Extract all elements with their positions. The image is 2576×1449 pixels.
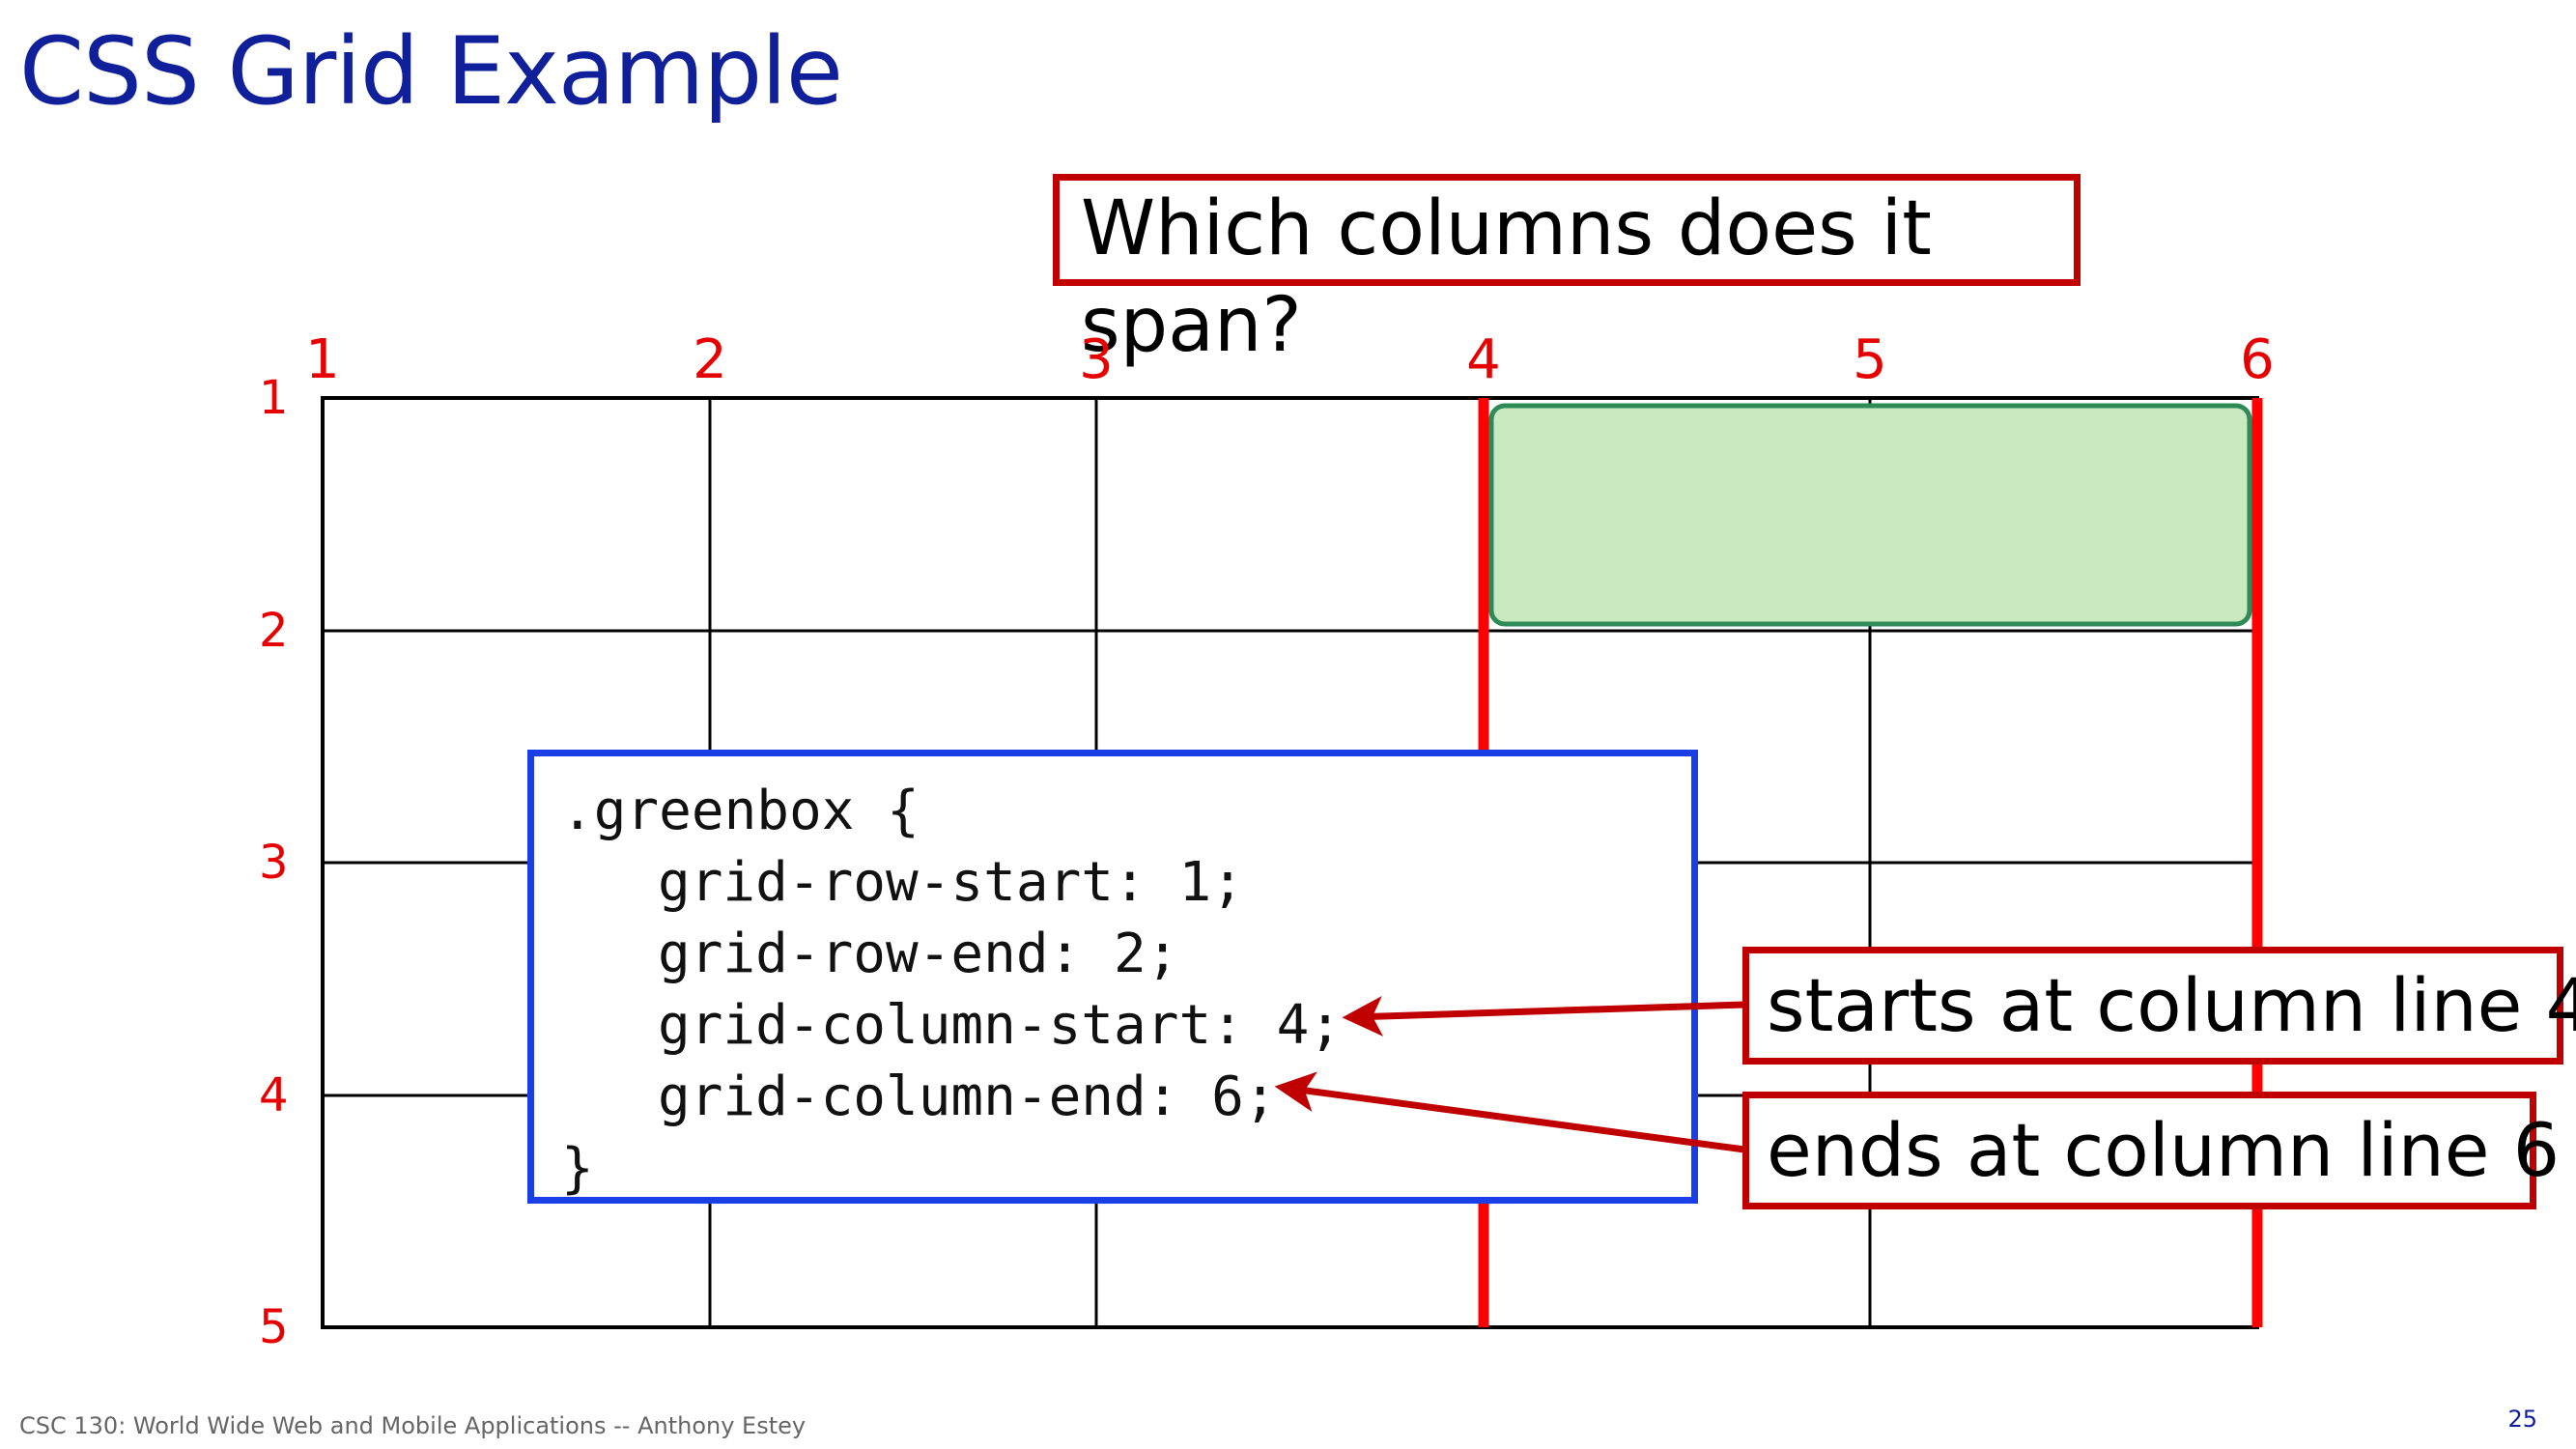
- arrows-layer: [1274, 996, 1745, 1153]
- page-number: 25: [2507, 1406, 2537, 1433]
- arrow-end: [1274, 1071, 1745, 1153]
- footer-text: CSC 130: World Wide Web and Mobile Appli…: [19, 1412, 807, 1439]
- arrow-start: [1342, 996, 1745, 1037]
